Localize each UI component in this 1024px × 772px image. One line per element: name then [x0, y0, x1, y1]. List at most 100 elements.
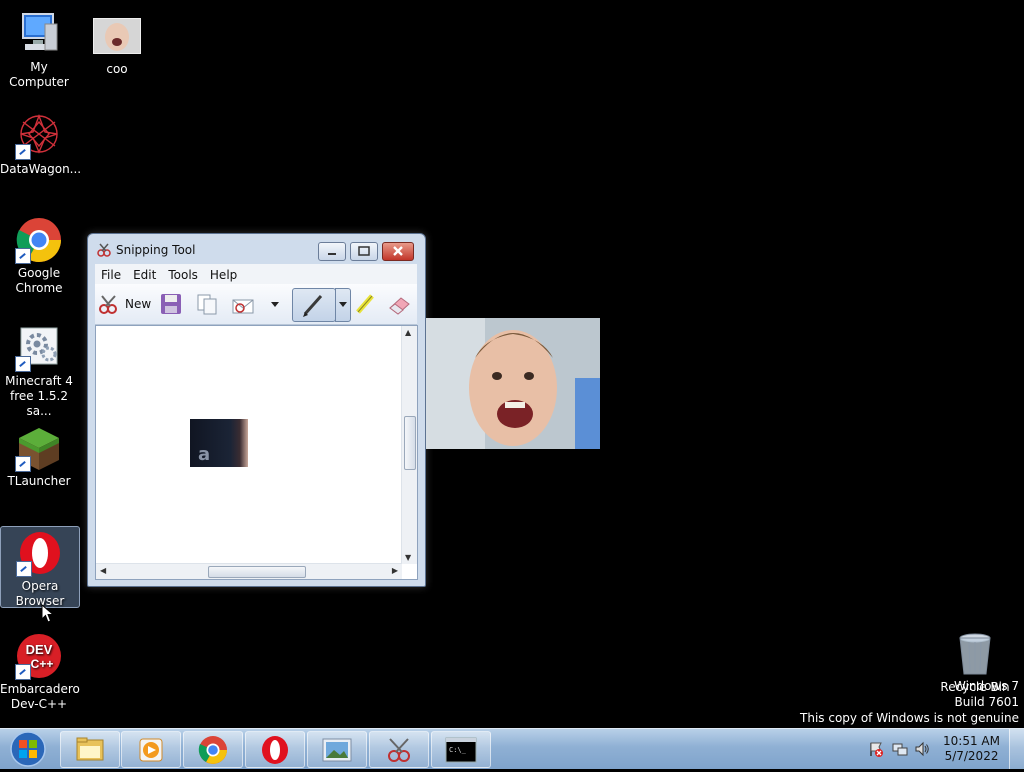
clock-date: 5/7/2022	[944, 749, 999, 763]
horizontal-scrollbar[interactable]: ◀ ▶	[96, 563, 402, 579]
snipping-tool-app-icon	[96, 242, 112, 258]
menu-edit[interactable]: Edit	[127, 265, 162, 282]
pen-dropdown[interactable]	[335, 288, 351, 322]
snip-canvas[interactable]: a ▲ ▼ ◀ ▶	[95, 325, 418, 580]
title-bar[interactable]: Snipping Tool	[88, 234, 425, 264]
desktop-icon-label: My Computer	[9, 60, 69, 89]
window-title: Snipping Tool	[116, 243, 196, 257]
watermark-line-3: This copy of Windows is not genuine	[800, 711, 1019, 725]
close-button[interactable]	[382, 242, 414, 261]
snipping-tool-icon	[388, 738, 410, 762]
photo-viewer-icon	[322, 738, 352, 762]
taskbar-command-prompt[interactable]: C:\_	[431, 731, 491, 768]
shortcut-arrow-icon	[15, 144, 31, 160]
new-snip-label: New	[125, 297, 152, 311]
opera-icon	[16, 529, 64, 577]
my-computer-icon	[15, 10, 63, 58]
mouse-cursor-icon	[41, 604, 55, 623]
desktop-icon-label: DataWagon...	[0, 162, 82, 176]
taskbar-media-player[interactable]	[121, 731, 181, 768]
folder-icon	[76, 737, 104, 761]
desktop-icon-label: Google Chrome	[15, 266, 63, 295]
network-icon[interactable]	[892, 741, 908, 757]
svg-text:C++: C++	[31, 657, 54, 671]
desktop-icon-dev-cpp[interactable]: DEV C++ Embarcadero Dev-C++	[0, 632, 80, 712]
send-snip-dropdown[interactable]	[269, 292, 281, 316]
desktop-icon-label: Minecraft 4 free 1.5.2 sa...	[5, 374, 73, 418]
desktop-icon-label: Embarcadero Dev-C++	[0, 682, 80, 711]
scroll-left-arrow-icon[interactable]: ◀	[100, 566, 106, 575]
desktop-icon-my-computer[interactable]: My Computer	[0, 10, 78, 90]
maximize-button[interactable]	[350, 242, 378, 261]
highlighter-icon	[356, 294, 374, 314]
taskbar-opera-browser[interactable]	[245, 731, 305, 768]
copy-button[interactable]	[195, 292, 219, 316]
shortcut-arrow-icon	[15, 248, 31, 264]
scroll-down-arrow-icon[interactable]: ▼	[405, 553, 411, 562]
desktop-icon-datawagon[interactable]: DataWagon...	[0, 112, 82, 177]
pen-icon	[303, 295, 323, 317]
taskbar: C:\_ 10:51 AM 5/7/2022	[0, 728, 1024, 769]
desktop-icon-opera-browser[interactable]: Opera Browser	[0, 526, 80, 608]
grass-block-icon	[15, 424, 63, 472]
taskbar-windows-explorer[interactable]	[60, 731, 120, 768]
media-player-icon	[139, 738, 163, 762]
datawagon-icon	[15, 112, 63, 160]
scroll-right-arrow-icon[interactable]: ▶	[392, 566, 398, 575]
snipping-tool-window[interactable]: Snipping Tool File Edit Tools Help New a…	[87, 233, 426, 587]
photo-image	[425, 318, 600, 449]
svg-text:C:\_: C:\_	[449, 746, 467, 754]
close-icon	[393, 246, 403, 256]
clock[interactable]: 10:51 AM 5/7/2022	[943, 734, 1000, 764]
clock-time: 10:51 AM	[943, 734, 1000, 748]
minimize-button[interactable]	[318, 242, 346, 261]
scroll-up-arrow-icon[interactable]: ▲	[405, 328, 411, 337]
shortcut-arrow-icon	[15, 356, 31, 372]
vertical-scrollbar[interactable]: ▲ ▼	[401, 326, 417, 564]
image-thumbnail-icon	[93, 18, 141, 54]
start-button[interactable]	[2, 730, 54, 768]
dev-cpp-icon: DEV C++	[15, 632, 63, 680]
copy-icon	[197, 294, 217, 315]
desktop-icon-google-chrome[interactable]: Google Chrome	[0, 216, 78, 296]
show-desktop-button[interactable]	[1009, 729, 1024, 769]
action-center-flag-icon[interactable]	[868, 741, 884, 757]
new-snip-icon	[99, 295, 117, 314]
eraser-icon	[389, 297, 410, 315]
recycle-bin-icon	[951, 630, 999, 678]
desktop-icon-coo[interactable]: coo	[78, 18, 156, 77]
shortcut-arrow-icon	[16, 561, 32, 577]
taskbar-google-chrome[interactable]	[183, 731, 243, 768]
menu-tools[interactable]: Tools	[162, 265, 204, 282]
volume-icon[interactable]	[914, 741, 930, 757]
desktop-icon-tlauncher[interactable]: TLauncher	[0, 424, 78, 489]
maximize-icon	[358, 246, 370, 256]
shortcut-arrow-icon	[15, 456, 31, 472]
horizontal-scroll-thumb[interactable]	[208, 566, 306, 578]
taskbar-photo-viewer[interactable]	[307, 731, 367, 768]
taskbar-snipping-tool[interactable]	[369, 731, 429, 768]
desktop-icon-minecraft[interactable]: Minecraft 4 free 1.5.2 sa...	[0, 324, 78, 419]
menu-help[interactable]: Help	[204, 265, 243, 282]
snip-text: a	[198, 444, 211, 465]
desktop-icon-label: TLauncher	[7, 474, 71, 488]
highlighter-button[interactable]	[353, 292, 377, 316]
menu-file[interactable]: File	[95, 265, 127, 282]
photo-window[interactable]	[425, 318, 600, 449]
new-snip-button[interactable]: New	[97, 292, 151, 316]
watermark-line-2: Build 7601	[954, 695, 1019, 709]
windows-orb-icon	[10, 731, 46, 767]
menu-bar: File Edit Tools Help	[95, 264, 417, 284]
pen-button[interactable]	[292, 288, 351, 322]
vertical-scroll-thumb[interactable]	[404, 416, 416, 470]
watermark-line-1: Windows 7	[953, 679, 1019, 693]
toolbar: New	[95, 284, 417, 325]
eraser-button[interactable]	[387, 292, 411, 316]
chrome-icon	[15, 216, 63, 264]
setup-gear-icon	[15, 324, 63, 372]
captured-snip-image: a	[190, 419, 248, 467]
opera-icon	[262, 736, 288, 764]
save-button[interactable]	[159, 292, 183, 316]
windows-genuine-watermark: Windows 7 Build 7601 This copy of Window…	[800, 678, 1019, 726]
send-snip-button[interactable]	[231, 292, 255, 316]
